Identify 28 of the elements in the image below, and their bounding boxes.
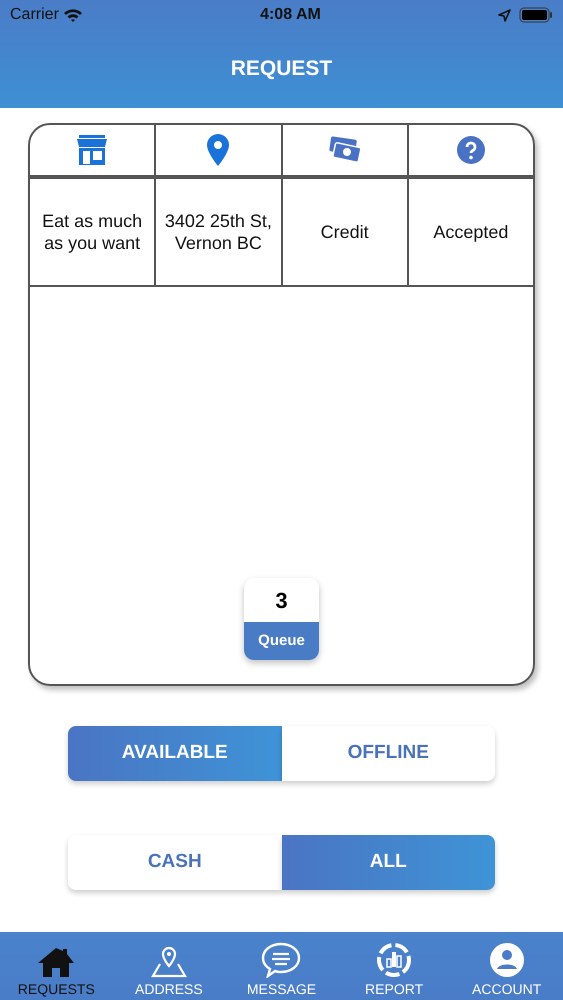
toggle-option[interactable]: CASH <box>68 835 282 890</box>
queue-label: Queue <box>258 630 305 651</box>
tab-item[interactable]: MESSAGE <box>225 932 338 1000</box>
help-icon <box>456 135 486 165</box>
queue-count: 3 <box>275 586 288 614</box>
tab-item[interactable]: REQUESTS <box>0 932 113 1000</box>
tab-item[interactable]: REPORT <box>338 932 450 1000</box>
toggle-option[interactable]: OFFLINE <box>282 726 495 781</box>
table-cell: Accepted <box>433 220 508 244</box>
tab-item[interactable]: ADDRESS <box>112 932 226 1000</box>
tab-item[interactable]: ACCOUNT <box>450 932 563 1000</box>
home-icon <box>36 946 76 978</box>
map-pin-icon <box>148 946 189 978</box>
table-cell-text: 3402 25th St, Vernon BC <box>164 210 273 254</box>
wifi-icon <box>62 8 83 22</box>
battery-icon <box>519 7 553 23</box>
clock-time: 4:08 AM <box>260 5 321 25</box>
map-pin-icon <box>206 133 230 167</box>
table-cell-text: Eat as much as you want <box>41 210 144 254</box>
page-title: REQUEST <box>230 56 332 82</box>
toggle-option[interactable]: AVAILABLE <box>68 726 282 781</box>
location-arrow-icon <box>498 8 511 22</box>
carrier-name: Carrier <box>10 5 59 25</box>
cash-icon <box>328 136 362 164</box>
chat-bubble-icon <box>261 942 302 978</box>
store-icon <box>75 134 110 166</box>
table-cell: Credit <box>320 220 369 244</box>
toggle-option[interactable]: ALL <box>282 835 495 890</box>
